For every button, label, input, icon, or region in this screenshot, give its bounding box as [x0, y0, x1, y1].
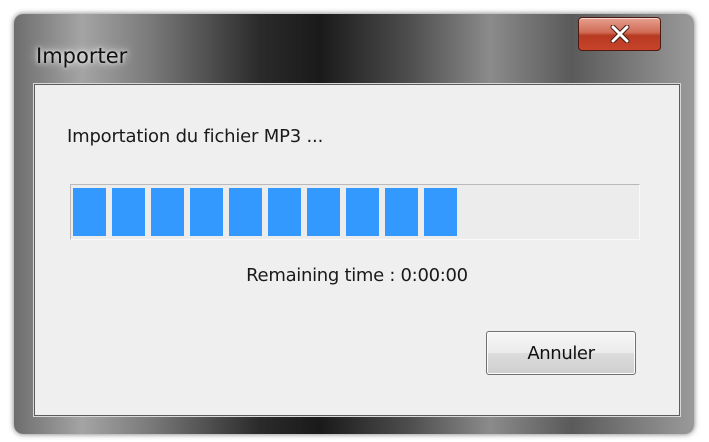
title-bar[interactable]: Importer — [14, 14, 694, 84]
progress-segment — [346, 188, 379, 236]
progress-segment — [73, 188, 106, 236]
progress-segment — [151, 188, 184, 236]
progress-segment — [112, 188, 145, 236]
remaining-time-label: Remaining time : 0:00:00 — [246, 265, 468, 286]
window-title: Importer — [36, 44, 128, 68]
close-icon — [610, 25, 629, 43]
cancel-button[interactable]: Annuler — [486, 331, 636, 375]
progress-segment — [385, 188, 418, 236]
close-button[interactable] — [578, 17, 661, 51]
progress-segment — [268, 188, 301, 236]
progress-bar — [70, 184, 640, 240]
status-message: Importation du fichier MP3 ... — [67, 126, 324, 147]
progress-segment — [307, 188, 340, 236]
dialog-content: Importation du fichier MP3 ... Remaining… — [34, 84, 680, 416]
progress-fill — [73, 188, 463, 236]
progress-segment — [229, 188, 262, 236]
progress-segment — [190, 188, 223, 236]
progress-segment — [424, 188, 457, 236]
importer-window: Importer Importation du fichier MP3 ... … — [14, 14, 694, 434]
